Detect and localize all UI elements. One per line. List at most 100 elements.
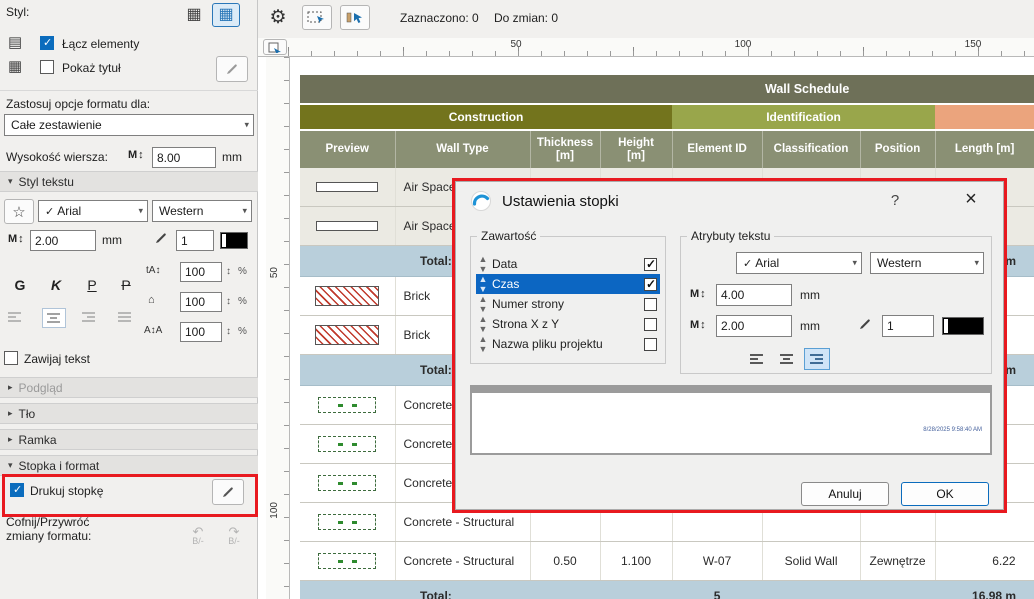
- view-mode-table-button[interactable]: ▦: [212, 3, 240, 27]
- undo-format-button[interactable]: ↶ B/-: [182, 521, 214, 551]
- ruler-options-button[interactable]: [263, 39, 287, 55]
- stepper-icon[interactable]: ↕: [226, 266, 231, 277]
- footer-settings-dialog: Ustawienia stopki ? × Zawartość ▲ ▼ Data …: [455, 181, 1004, 510]
- bold-button[interactable]: G: [8, 274, 32, 296]
- footer-item-project-file[interactable]: ▲ ▼ Nazwa pliku projektu: [476, 334, 660, 354]
- item-checkbox[interactable]: [644, 317, 657, 331]
- footer-settings-button[interactable]: [212, 479, 244, 505]
- selection-tool-button[interactable]: [302, 5, 332, 30]
- item-checkbox[interactable]: [644, 297, 657, 311]
- view-mode-list-button[interactable]: ▦: [180, 3, 208, 27]
- dialog-pen-input[interactable]: [882, 315, 934, 337]
- app-window: Styl: ▦ ▦ ▤ Łącz elementy ▦ Pokaż tytuł …: [0, 0, 1034, 599]
- column-header: Position: [860, 130, 936, 168]
- table-cell: [762, 580, 861, 599]
- align-center-button[interactable]: [774, 348, 800, 370]
- item-checkbox[interactable]: [644, 277, 657, 291]
- redo-format-button[interactable]: ↷ B/-: [218, 521, 250, 551]
- dialog-font-script-select[interactable]: Western: [870, 252, 984, 274]
- total-row[interactable]: Total: 5 16.98 m: [300, 580, 1034, 599]
- drag-handle-icon[interactable]: ▲ ▼: [476, 294, 490, 314]
- align-right-button[interactable]: [80, 310, 98, 327]
- pen-number-input[interactable]: [176, 230, 214, 251]
- font-name-select[interactable]: ✓ Arial: [38, 200, 148, 222]
- dialog-size-input[interactable]: [716, 315, 792, 337]
- underline-button[interactable]: P: [80, 274, 104, 296]
- dialog-title: Ustawienia stopki: [502, 193, 619, 210]
- wrap-text-checkbox[interactable]: [4, 351, 18, 365]
- group-header-length-band: [935, 105, 1034, 131]
- table-cell: [300, 245, 395, 277]
- table-cell: 5: [672, 580, 763, 599]
- font-script-select[interactable]: Western: [152, 200, 252, 222]
- print-footer-checkbox[interactable]: [10, 483, 24, 497]
- footer-item-page-x-of-y[interactable]: ▲ ▼ Strona X z Y: [476, 314, 660, 334]
- row-height-input[interactable]: [152, 147, 216, 168]
- favorites-button[interactable]: ☆: [4, 199, 34, 224]
- ok-button[interactable]: OK: [901, 482, 989, 506]
- section-background[interactable]: ▸ Tło: [0, 403, 258, 424]
- dialog-font-name-select[interactable]: ✓ Arial: [736, 252, 862, 274]
- drag-handle-icon[interactable]: ▲ ▼: [476, 254, 490, 274]
- column-header: Length [m]: [935, 130, 1034, 168]
- section-preview[interactable]: ▸ Podgląd: [0, 377, 258, 398]
- row-height-icon: M ↕: [690, 288, 706, 300]
- drag-handle-icon[interactable]: ▲ ▼: [476, 314, 490, 334]
- top-toolbar: ⚙ Zaznaczono: 0 Do zmian: 0: [258, 0, 1034, 38]
- dialog-height-input[interactable]: [716, 284, 792, 306]
- table-cell: [600, 580, 673, 599]
- show-title-checkbox[interactable]: [40, 60, 54, 74]
- font-size-unit: mm: [102, 233, 122, 247]
- section-text-style[interactable]: ▾ Styl tekstu: [0, 171, 258, 192]
- stepper-icon[interactable]: ↕: [226, 296, 231, 307]
- drag-handle-icon[interactable]: ▲ ▼: [476, 334, 490, 354]
- table-cell: Concrete - Structural: [395, 541, 531, 581]
- width-factor-input[interactable]: [180, 292, 222, 312]
- pen-color-swatch[interactable]: [220, 232, 248, 249]
- sidebar: Styl: ▦ ▦ ▤ Łącz elementy ▦ Pokaż tytuł …: [0, 0, 258, 599]
- align-right-button[interactable]: [804, 348, 830, 370]
- transfer-settings-button[interactable]: [340, 5, 370, 30]
- section-footer-format[interactable]: ▾ Stopka i format: [0, 455, 258, 476]
- section-frame[interactable]: ▸ Ramka: [0, 429, 258, 450]
- settings-button[interactable]: ⚙: [262, 3, 294, 31]
- spacing-input[interactable]: [180, 322, 222, 342]
- footer-item-time[interactable]: ▲ ▼ Czas: [476, 274, 660, 294]
- strikethrough-button[interactable]: P: [114, 274, 138, 296]
- column-header: Thickness [m]: [530, 130, 601, 168]
- format-scope-select[interactable]: Całe zestawienie: [4, 114, 254, 136]
- help-button[interactable]: ?: [888, 192, 902, 209]
- table-cell: Total:: [395, 580, 530, 599]
- schedule-row[interactable]: Concrete - Structural 0.50 1.100 W-07 Solid …: [300, 541, 1034, 581]
- link-elements-checkbox[interactable]: [40, 36, 54, 50]
- item-checkbox[interactable]: [644, 257, 657, 271]
- table-cell: [860, 580, 936, 599]
- item-checkbox[interactable]: [644, 337, 657, 351]
- italic-button[interactable]: K: [44, 274, 68, 296]
- group-header-identification: Identification: [672, 105, 936, 131]
- caps-height-input[interactable]: [180, 262, 222, 282]
- align-justify-button[interactable]: [116, 310, 134, 327]
- table-cell: [300, 463, 396, 503]
- text-attributes-group-label: Atrybuty tekstu: [687, 229, 775, 243]
- align-left-button[interactable]: [744, 348, 770, 370]
- align-left-button[interactable]: [6, 310, 24, 327]
- ruler-label: 150: [964, 39, 982, 50]
- font-size-input[interactable]: [30, 230, 96, 251]
- link-elements-label: Łącz elementy: [62, 37, 140, 51]
- font-height-icon: M ↕: [8, 233, 24, 245]
- edit-title-button[interactable]: [216, 56, 248, 82]
- dialog-size-unit: mm: [800, 319, 820, 333]
- drag-handle-icon[interactable]: ▲ ▼: [476, 274, 490, 294]
- footer-item-page-number[interactable]: ▲ ▼ Numer strony: [476, 294, 660, 314]
- show-title-label: Pokaż tytuł: [62, 61, 121, 75]
- stepper-icon[interactable]: ↕: [226, 326, 231, 337]
- airspace-preview-glyph: [316, 221, 379, 231]
- dialog-pen-color-swatch[interactable]: [942, 317, 984, 335]
- close-button[interactable]: ×: [954, 186, 988, 212]
- footer-item-data[interactable]: ▲ ▼ Data: [476, 254, 660, 274]
- align-center-button[interactable]: [42, 308, 66, 328]
- dialog-height-unit: mm: [800, 288, 820, 302]
- preview-timestamp: 8/28/2025 9:58:40 AM: [923, 427, 982, 433]
- cancel-button[interactable]: Anuluj: [801, 482, 889, 506]
